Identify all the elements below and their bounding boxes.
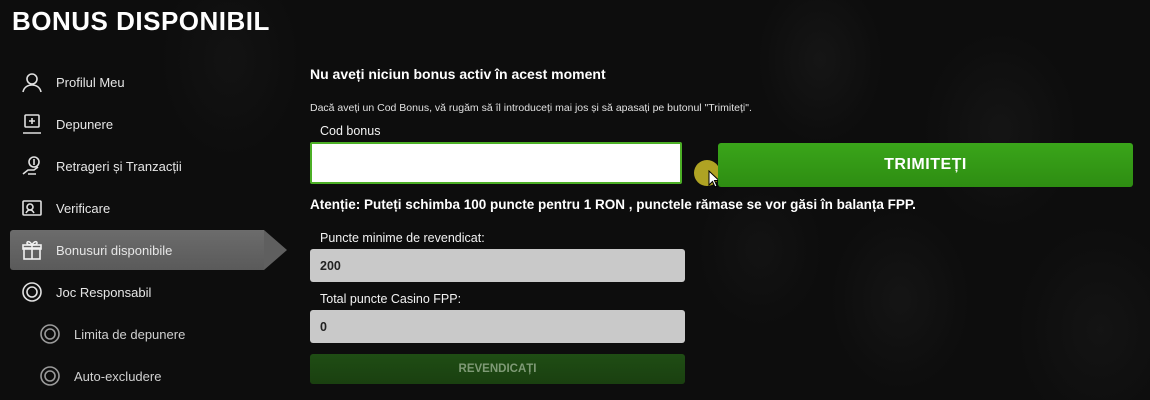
- bonus-content: Nu aveți niciun bonus activ în acest mom…: [310, 66, 1135, 384]
- sidebar-item-label: Retrageri și Tranzacții: [56, 158, 182, 174]
- min-points-field: 200: [310, 249, 685, 282]
- withdraw-icon: [20, 154, 44, 178]
- sidebar-item-withdrawals[interactable]: Retrageri și Tranzacții: [10, 146, 280, 186]
- sidebar-item-label: Depunere: [56, 116, 114, 132]
- bonus-code-label: Cod bonus: [320, 124, 381, 138]
- claim-points-button[interactable]: REVENDICAȚI: [310, 354, 685, 384]
- min-points-label: Puncte minime de revendicat:: [320, 231, 485, 245]
- page-title: BONUS DISPONIBIL: [12, 6, 270, 36]
- sidebar-item-label: Bonusuri disponibile: [56, 242, 173, 258]
- sidebar-item-label: Verificare: [56, 200, 111, 216]
- no-active-bonus-heading: Nu aveți niciun bonus activ în acest mom…: [310, 66, 606, 82]
- user-icon: [20, 70, 44, 94]
- deposit-icon: [20, 112, 44, 136]
- sidebar-item-responsible-gaming[interactable]: Joc Responsabil: [10, 272, 280, 312]
- sidebar-item-label: Joc Responsabil: [56, 284, 152, 300]
- sidebar-item-profile[interactable]: Profilul Meu: [10, 62, 280, 102]
- submit-bonus-code-button[interactable]: TRIMITEȚI: [718, 143, 1133, 187]
- sidebar-item-label: Profilul Meu: [56, 74, 125, 90]
- bonus-code-instructions: Dacă aveți un Cod Bonus, vă rugăm să îl …: [310, 102, 752, 114]
- sidebar-item-label: Auto-excludere: [74, 368, 162, 384]
- sidebar-item-deposit-limit[interactable]: Limita de depunere: [10, 314, 280, 354]
- sidebar-item-self-exclusion[interactable]: Auto-excludere: [10, 356, 280, 396]
- account-sidebar: Profilul Meu Depunere Retrageri și Tranz…: [10, 62, 287, 398]
- total-points-label: Total puncte Casino FPP:: [320, 292, 462, 306]
- total-points-field: 0: [310, 310, 685, 343]
- responsible-gaming-icon: [20, 280, 44, 304]
- sidebar-item-deposit[interactable]: Depunere: [10, 104, 280, 144]
- id-card-icon: [20, 196, 44, 220]
- sidebar-item-available-bonuses[interactable]: Bonusuri disponibile: [10, 230, 287, 270]
- bonus-page: BONUS DISPONIBIL Profilul Meu Depunere R…: [0, 0, 1150, 400]
- sidebar-item-label: Limita de depunere: [74, 326, 186, 342]
- sidebar-item-verification[interactable]: Verificare: [10, 188, 280, 228]
- limit-icon: [38, 322, 62, 346]
- points-exchange-notice: Atenție: Puteți schimba 100 puncte pentr…: [310, 197, 916, 212]
- self-exclusion-icon: [38, 364, 62, 388]
- bonus-code-input[interactable]: [310, 142, 682, 184]
- gift-icon: [20, 238, 44, 262]
